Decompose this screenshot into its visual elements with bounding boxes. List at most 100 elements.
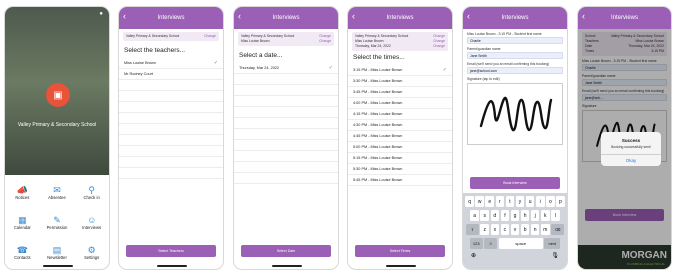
home-screen: ● ▣ Valley Primary & Secondary School 📣 N… [4,6,110,270]
time-option[interactable]: 5:00 PM - Miss Louise Brown [348,142,452,153]
key[interactable]: q [465,196,474,207]
school-name: Valley Primary & Secondary School [17,122,97,128]
alert-message: Booking successfully sent! [611,145,651,149]
select-teachers-button[interactable]: Select Teachers [126,245,216,257]
key[interactable]: y [515,196,525,207]
student-name-field: Miss Louise Brown - 3:15 PM - Student fi… [467,32,563,44]
back-arrow-icon[interactable]: ‹ [238,12,241,21]
key[interactable]: n [530,224,540,235]
time-option[interactable]: 5:30 PM - Miss Louise Brown [348,164,452,175]
tile-settings[interactable]: ⚙ Settings [74,239,109,265]
back-arrow-icon[interactable]: ‹ [352,12,355,21]
parent-name-field: Parent/guardian name Jane Smith [467,47,563,59]
key[interactable]: h [520,210,530,221]
change-link[interactable]: Change [433,44,445,49]
selection-summary: Valley Primary & Secondary School Change [123,32,219,41]
tile-absentee[interactable]: ✉ Absentee [40,179,75,205]
signature-drawing [479,96,553,132]
home-indicator [386,265,416,267]
select-date-button[interactable]: Select Date [241,245,331,257]
select-times-screen: ‹ Interviews Valley Primary & Secondary … [347,6,453,270]
key[interactable]: k [540,210,550,221]
booking-form-screen: ‹ Interviews Miss Louise Brown - 3:15 PM… [462,6,568,270]
check-icon: ✓ [328,65,333,71]
globe-icon[interactable]: ⊕ [471,252,476,259]
time-option[interactable]: 3:30 PM - Miss Louise Brown [348,76,452,87]
date-option[interactable]: Thursday, Mar 24, 2022 ✓ [234,63,338,74]
header-title: Interviews [157,15,185,21]
backspace-key-icon[interactable]: ⌫ [551,224,565,235]
change-link[interactable]: Change [319,39,331,44]
key[interactable]: i [535,196,545,207]
time-option[interactable]: 4:45 PM - Miss Louise Brown [348,131,452,142]
signature-pad[interactable] [467,83,563,145]
teacher-option[interactable]: Miss Louise Brown ✓ [119,58,223,69]
tile-interviews[interactable]: ☺ Interviews [74,209,109,235]
emoji-key-icon[interactable]: ☺ [484,238,498,249]
key[interactable]: z [480,224,490,235]
key[interactable]: l [551,210,560,221]
key[interactable]: d [490,210,500,221]
key[interactable]: x [490,224,500,235]
key[interactable]: m [540,224,550,235]
tile-permission[interactable]: ✎ Permission [40,209,75,235]
contacts-icon: ☎ [16,244,28,255]
key[interactable]: e [485,196,495,207]
tile-newsletter[interactable]: ▤ Newsletter [40,239,75,265]
key[interactable]: t [505,196,515,207]
check-icon: ✓ [442,67,447,73]
next-key[interactable]: next [544,238,561,249]
home-indicator [272,265,302,267]
time-option[interactable]: 4:30 PM - Miss Louise Brown [348,120,452,131]
key[interactable]: j [530,210,540,221]
time-option[interactable]: 4:00 PM - Miss Louise Brown [348,98,452,109]
select-times-button[interactable]: Select Times [355,245,445,257]
key[interactable]: f [500,210,510,221]
microphone-icon[interactable]: 🎙 [551,252,559,259]
select-teachers-screen: ‹ Interviews Valley Primary & Secondary … [118,6,224,270]
header: ‹ Interviews [348,7,452,29]
alert-title: Success [621,138,641,143]
time-option[interactable]: 4:15 PM - Miss Louise Brown [348,109,452,120]
key[interactable]: g [510,210,520,221]
space-key[interactable]: space [498,238,543,249]
key[interactable]: r [495,196,505,207]
back-arrow-icon[interactable]: ‹ [467,12,470,21]
numbers-key[interactable]: 123 [469,238,483,249]
page-title: Select a date... [239,52,283,59]
selection-summary: Valley Primary & Secondary School Change … [238,32,334,46]
change-link[interactable]: Change [204,34,216,39]
time-option[interactable]: 3:15 PM - Miss Louise Brown ✓ [348,65,452,76]
tile-calendar[interactable]: ▦ Calendar [5,209,40,235]
key[interactable]: c [500,224,510,235]
back-arrow-icon[interactable]: ‹ [123,12,126,21]
key[interactable]: a [470,210,479,221]
key[interactable]: u [525,196,535,207]
tile-contacts[interactable]: ☎ Contacts [5,239,40,265]
time-option[interactable]: 3:45 PM - Miss Louise Brown [348,87,452,98]
school-logo-icon: ▣ [46,83,70,107]
tile-notices[interactable]: 📣 Notices [5,179,40,205]
key[interactable]: v [510,224,520,235]
booking-success-screen: ‹ Interviews School Valley Primary & Seco… [577,6,672,270]
envelope-icon: ✉ [53,184,61,195]
key[interactable]: p [556,196,565,207]
key[interactable]: s [480,210,490,221]
book-interview-button[interactable]: Book Interview [470,177,560,189]
megaphone-icon: 📣 [16,184,28,195]
key[interactable]: o [546,196,555,207]
tile-check-in[interactable]: ⚲ Check in [74,179,109,205]
back-arrow-icon[interactable]: ‹ [582,12,585,21]
parent-name-input[interactable]: Jane Smith [467,52,563,59]
time-option[interactable]: 5:15 PM - Miss Louise Brown [348,153,452,164]
teacher-option[interactable]: Mr Rodney Court [119,69,223,80]
email-input[interactable]: jane@school.com [467,67,563,74]
key[interactable]: w [475,196,484,207]
shift-key-icon[interactable]: ⇧ [465,224,479,235]
home-indicator [43,265,73,267]
key[interactable]: b [520,224,530,235]
time-option[interactable]: 5:45 PM - Miss Louise Brown [348,175,452,186]
newsletter-icon: ▤ [52,244,62,255]
student-name-input[interactable]: Charlie [467,37,563,44]
okay-button[interactable]: Okay [601,154,661,163]
